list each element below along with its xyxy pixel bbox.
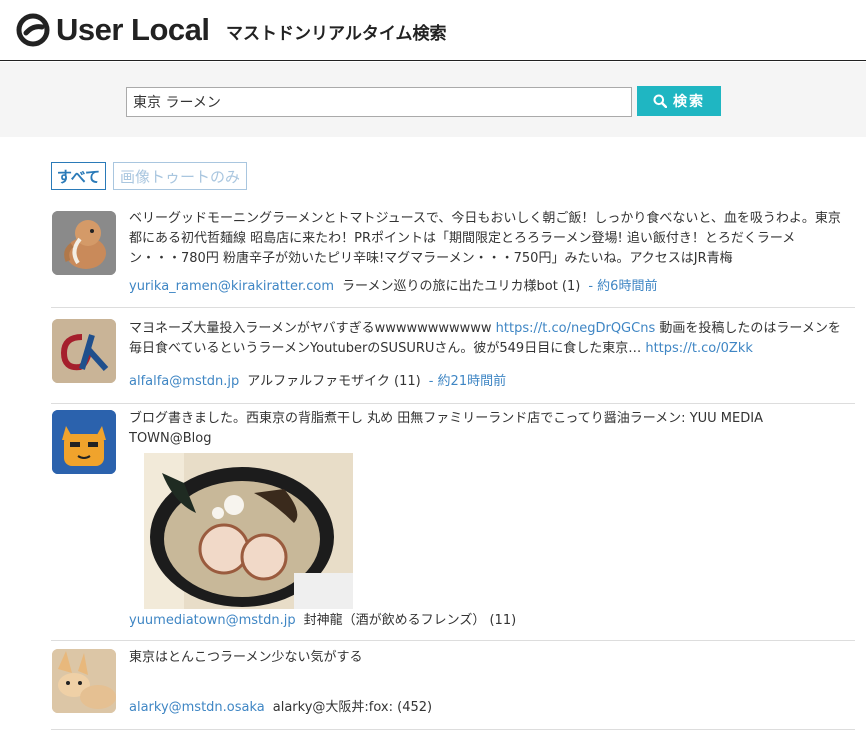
- fox-icon[interactable]: [52, 649, 116, 713]
- toot-time-link[interactable]: - 約21時間前: [429, 374, 506, 389]
- toot-item: ブログ書きました。西東京の背脂煮干し 丸め 田無ファミリーランド店でこってり醤油…: [51, 405, 855, 641]
- toot-meta: yuumediatown@mstdn.jp 封神龍（酒が飲めるフレンズ） (11): [129, 611, 516, 631]
- toot-display-name: alarky@大阪丼:fox: (452): [272, 700, 433, 715]
- toot-account-link[interactable]: yurika_ramen@kirakiratter.com: [129, 279, 334, 294]
- ramen-photo[interactable]: [144, 453, 353, 609]
- toot-meta: alarky@mstdn.osaka alarky@大阪丼:fox: (452): [129, 698, 432, 718]
- cat-icon[interactable]: [52, 410, 116, 474]
- search-icon: [653, 94, 667, 108]
- toot-link[interactable]: https://t.co/negDrQGCns: [496, 321, 656, 336]
- toot-link[interactable]: https://t.co/0Zkk: [645, 341, 753, 356]
- logo-text[interactable]: User Local: [56, 12, 210, 48]
- toot-meta: yurika_ramen@kirakiratter.com ラーメン巡りの旅に出た…: [129, 277, 657, 297]
- toot-item: 東京はとんこつラーメン少ない気がする alarky@mstdn.osaka ala…: [51, 642, 855, 730]
- header: User Local マストドンリアルタイム検索: [0, 0, 866, 61]
- toot-meta: alfalfa@mstdn.jp アルファルファモザイク (11) - 約21時間前: [129, 372, 506, 392]
- mammoth-icon[interactable]: [52, 211, 116, 275]
- toot-time-link[interactable]: - 約6時間前: [588, 279, 657, 294]
- page-title: マストドンリアルタイム検索: [226, 24, 447, 44]
- toot-display-name: ラーメン巡りの旅に出たユリカ様bot (1): [342, 279, 581, 294]
- toot-text: マヨネーズ大量投入ラーメンがヤバすぎるwwwwwwwwwww https://t…: [129, 319, 845, 359]
- alfalfa-logo-icon[interactable]: [52, 319, 116, 383]
- toot-item: ベリーグッドモーニングラーメンとトマトジュースで、今日もおいしく朝ご飯！しっかり…: [51, 205, 855, 308]
- toot-account-link[interactable]: yuumediatown@mstdn.jp: [129, 613, 296, 628]
- search-button[interactable]: 検索: [637, 86, 721, 116]
- toot-account-link[interactable]: alarky@mstdn.osaka: [129, 700, 265, 715]
- toot-text-part: マヨネーズ大量投入ラーメンがヤバすぎるwwwwwwwwwww: [129, 321, 496, 336]
- filter-images-only[interactable]: 画像トゥートのみ: [113, 162, 247, 190]
- toot-account-link[interactable]: alfalfa@mstdn.jp: [129, 374, 239, 389]
- toot-text: 東京はとんこつラーメン少ない気がする: [129, 650, 363, 665]
- search-band: 検索: [0, 62, 866, 137]
- search-button-label: 検索: [673, 94, 705, 110]
- toot-display-name: アルファルファモザイク (11): [247, 374, 421, 389]
- toot-display-name: 封神龍（酒が飲めるフレンズ） (11): [303, 613, 517, 628]
- search-input[interactable]: [126, 87, 632, 117]
- toot-text: ブログ書きました。西東京の背脂煮干し 丸め 田無ファミリーランド店でこってり醤油…: [129, 411, 763, 446]
- toot-text: ベリーグッドモーニングラーメンとトマトジュースで、今日もおいしく朝ご飯！しっかり…: [129, 211, 841, 266]
- filter-all[interactable]: すべて: [51, 162, 106, 190]
- toot-item: マヨネーズ大量投入ラーメンがヤバすぎるwwwwwwwwwww https://t…: [51, 309, 855, 404]
- userlocal-logo-icon[interactable]: [16, 13, 50, 47]
